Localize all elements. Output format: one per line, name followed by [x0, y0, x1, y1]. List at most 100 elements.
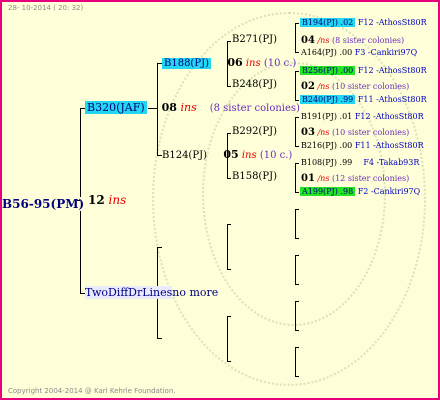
gen4-label[interactable]: A164(PJ) [301, 48, 337, 57]
empty-connector [295, 284, 299, 285]
gen4-label[interactable]: B240(PJ) .99 [300, 95, 356, 104]
gen3-label[interactable]: B271(PJ) [232, 34, 277, 45]
root-node[interactable]: B56-95(PM) [2, 193, 85, 212]
gen4-label[interactable]: B256(PJ) .00 [300, 66, 356, 75]
gen4-node-3[interactable]: B256(PJ) .00 F12 -AthosSt80R [300, 66, 427, 75]
gen3-count: 04 [301, 35, 315, 46]
empty-connector [227, 316, 231, 317]
gen3-ins: /ns [317, 128, 330, 137]
connector [295, 23, 299, 24]
gen3-label[interactable]: B292(PJ) [232, 126, 277, 137]
gen4-line: F11 -AthosSt80R [354, 141, 424, 150]
gen2-node-1[interactable]: B188(PJ) 06 ins (10 c.) [162, 56, 296, 69]
gen4-label[interactable]: A199(PJ) .98 [300, 187, 356, 196]
gen3-count: 02 [301, 81, 315, 92]
connector [77, 200, 80, 201]
gen2-node-2[interactable]: B124(PJ) 05 ins (10 c.) [162, 148, 292, 161]
empty-connector [157, 247, 162, 248]
connector [295, 117, 296, 147]
empty-connector [227, 224, 228, 270]
gen4-line: F4 -Takab93R [363, 158, 420, 167]
empty-connector [295, 209, 299, 210]
empty-connector [295, 255, 296, 285]
connector [295, 146, 299, 147]
gen4-node-2[interactable]: A164(PJ) .00 F3 -Cankiri97Q [301, 48, 417, 57]
pedigree-frame: 28- 10-2014 ( 20: 32) B56-95(PM) 12 ins … [0, 0, 440, 400]
gen1-node-2[interactable]: TwoDiffDrLinesno more [85, 286, 218, 299]
gen3-label[interactable]: B158(PJ) [232, 171, 277, 182]
gen2-label[interactable]: B124(PJ) [162, 150, 207, 161]
empty-connector [295, 255, 299, 256]
empty-connector [157, 338, 162, 339]
gen4-value: .01 [339, 112, 353, 121]
gen4-line: F12 -AthosSt80R [357, 66, 427, 75]
empty-connector [295, 209, 296, 239]
gen3-node-4[interactable]: B158(PJ) [232, 171, 277, 182]
gen4-value: .00 [339, 48, 353, 57]
gen4-value: .00 [339, 141, 353, 150]
gen3-sisters: (12 sister colonies) [331, 174, 410, 183]
root-label[interactable]: B56-95(PM) [2, 197, 85, 211]
gen4-node-7[interactable]: B108(PJ) .99 F4 -Takab93R [301, 158, 419, 167]
footer-copyright: Copyright 2004-2014 @ Karl Kehrle Founda… [8, 387, 176, 395]
gen3-label[interactable]: B248(PJ) [232, 79, 277, 90]
gen4-node-5[interactable]: B191(PJ) .01 F12 -AthosSt80R [301, 112, 424, 121]
empty-connector [295, 301, 296, 331]
gen2-sisters: (10 c.) [263, 58, 297, 69]
empty-connector [295, 330, 299, 331]
gen4-node-4[interactable]: B240(PJ) .99 F11 -AthosSt80R [300, 95, 427, 104]
root-count: 12 [88, 193, 105, 207]
gen4-line: F11 -AthosSt80R [357, 95, 427, 104]
connector [295, 23, 296, 53]
gen3-node-1[interactable]: B271(PJ) [232, 34, 277, 45]
gen3-sisters: (10 sister colonies) [331, 82, 410, 91]
gen3-stats-2: 02 /ns (10 sister colonies) [301, 81, 409, 92]
gen4-label[interactable]: B108(PJ) [301, 158, 337, 167]
gen3-stats-1: 04 /ns (8 sister colonies) [301, 35, 404, 46]
connector [227, 178, 231, 179]
gen1-node-1[interactable]: B320(JAF) 08 ins (8 sister colonies) [85, 101, 300, 114]
empty-connector [227, 269, 231, 270]
empty-connector [227, 361, 231, 362]
connector [295, 192, 299, 193]
gen4-line: F2 -Cankiri97Q [357, 187, 421, 196]
gen3-ins: /ns [317, 82, 330, 91]
gen3-stats-3: 03 /ns (10 sister colonies) [301, 127, 409, 138]
gen2-ins: ins [245, 58, 261, 69]
root-ins: ins [108, 193, 127, 207]
header-date: 28- 10-2014 ( 20: 32) [8, 4, 84, 12]
gen3-count: 01 [301, 173, 315, 184]
gen3-ins: /ns [317, 36, 330, 45]
gen4-node-6[interactable]: B216(PJ) .00 F11 -AthosSt80R [301, 141, 424, 150]
connector [227, 86, 231, 87]
gen4-label[interactable]: B194(PJ) .02 [300, 18, 356, 27]
empty-connector [295, 301, 299, 302]
gen1-label[interactable]: B320(JAF) [85, 101, 147, 114]
connector [227, 133, 231, 134]
gen3-ins: /ns [317, 174, 330, 183]
connector [295, 163, 299, 164]
gen4-label[interactable]: B191(PJ) [301, 112, 337, 121]
connector [227, 41, 231, 42]
gen2-count: 06 [227, 56, 243, 69]
gen4-line: F12 -AthosSt80R [357, 18, 427, 27]
gen3-sisters: (8 sister colonies) [331, 36, 405, 45]
gen4-label[interactable]: B216(PJ) [301, 141, 337, 150]
gen2-sisters: (10 c.) [259, 150, 293, 161]
connector [295, 117, 299, 118]
gen4-line: F3 -Cankiri97Q [354, 48, 418, 57]
gen3-node-2[interactable]: B248(PJ) [232, 79, 277, 90]
empty-connector [295, 347, 299, 348]
gen1-label-2[interactable]: TwoDiffDrLines [85, 286, 173, 299]
gen3-node-3[interactable]: B292(PJ) [232, 126, 277, 137]
gen4-node-1[interactable]: B194(PJ) .02 F12 -AthosSt80R [300, 18, 427, 27]
gen2-count: 05 [223, 148, 239, 161]
connector [295, 71, 299, 72]
gen4-value: .99 [339, 158, 353, 167]
gen4-node-8[interactable]: A199(PJ) .98 F2 -Cankiri97Q [300, 187, 420, 196]
empty-connector [295, 347, 296, 377]
empty-connector [295, 376, 299, 377]
gen1-note: no more [172, 286, 219, 299]
gen2-label[interactable]: B188(PJ) [162, 58, 211, 69]
gen2-ins: ins [241, 150, 257, 161]
